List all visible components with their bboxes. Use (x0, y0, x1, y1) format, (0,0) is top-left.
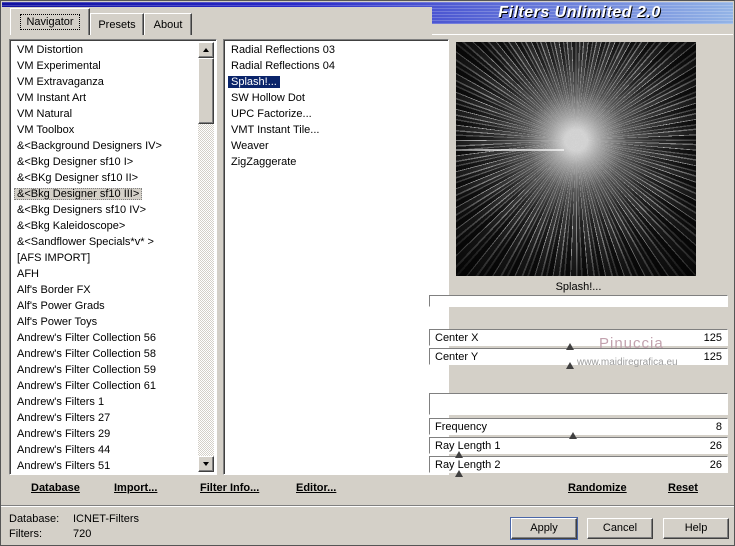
navigator-list: VM Distortion VM Experimental VM Extravaga… (9, 39, 217, 475)
filter-list: Radial Reflections 03 Radial Reflections … (223, 39, 449, 475)
editor-button[interactable]: Editor... (296, 482, 336, 494)
navigator-list-item[interactable]: Andrew's Filters 29 (12, 426, 197, 442)
tab-navigator-label: Navigator (20, 14, 80, 30)
navigator-list-item[interactable]: [AFS IMPORT] (12, 250, 197, 266)
reset-button[interactable]: Reset (668, 482, 698, 494)
tab-about[interactable]: About (144, 13, 192, 35)
param-slider-bar[interactable]: Frequency 8 (429, 418, 728, 435)
param-value: 26 (709, 458, 722, 471)
navigator-list-item[interactable]: Andrew's Filters 27 (12, 410, 197, 426)
param-row: Center X 125 (429, 329, 728, 350)
navigator-list-item[interactable]: &<BKg Designer sf10 II> (12, 170, 197, 186)
database-button[interactable]: Database (31, 482, 80, 494)
tab-about-label: About (153, 18, 183, 31)
preview-caption: Splash!... (555, 281, 602, 293)
empty-param-panel (429, 393, 728, 415)
filter-list-item[interactable]: UPC Factorize... (226, 106, 446, 122)
import-button[interactable]: Import... (114, 482, 157, 494)
cancel-button[interactable]: Cancel (587, 518, 653, 539)
filters-count-value: 720 (73, 528, 92, 540)
tab-presets-label: Presets (98, 18, 136, 31)
filter-list-item[interactable]: Radial Reflections 03 (226, 42, 446, 58)
scrollbar-thumb[interactable] (198, 58, 214, 124)
scroll-down-button[interactable] (198, 456, 214, 472)
navigator-list-item[interactable]: Alf's Border FX (12, 282, 197, 298)
arrow-down-icon (203, 462, 209, 466)
filters-unlimited-window: Filters Unlimited 2.0 Navigator Presets … (0, 0, 735, 546)
arrow-up-icon (203, 48, 209, 52)
navigator-list-item[interactable]: Andrew's Filters 1 (12, 394, 197, 410)
param-group-bottom: Frequency 8 Ray Length 1 26 Ray Length 2 26 (429, 418, 728, 477)
database-status-value: ICNET-Filters (73, 513, 139, 525)
scroll-up-button[interactable] (198, 42, 214, 58)
navigator-list-item[interactable]: Andrew's Filter Collection 59 (12, 362, 197, 378)
apply-button[interactable]: Apply (510, 517, 578, 540)
param-label: Frequency (435, 420, 487, 433)
navigator-list-item[interactable]: Andrew's Filter Collection 58 (12, 346, 197, 362)
navigator-list-item[interactable]: &<Background Designers IV> (12, 138, 197, 154)
slider-thumb-icon[interactable] (454, 470, 463, 477)
navigator-list-item[interactable]: Alf's Power Grads (12, 298, 197, 314)
database-status-label: Database: (9, 513, 60, 525)
navigator-list-item[interactable]: &<Bkg Designers sf10 IV> (12, 202, 197, 218)
filter-list-items: Radial Reflections 03 Radial Reflections … (226, 42, 446, 472)
navigator-list-item[interactable]: AFH (12, 266, 197, 282)
navigator-list-item[interactable]: VM Instant Art (12, 90, 197, 106)
navigator-list-item[interactable]: VM Extravaganza (12, 74, 197, 90)
filter-list-item[interactable]: VMT Instant Tile... (226, 122, 446, 138)
navigator-list-item[interactable]: &<Bkg Designer sf10 I> (12, 154, 197, 170)
param-row: Frequency 8 (429, 418, 728, 439)
navigator-list-item[interactable]: VM Distortion (12, 42, 197, 58)
slider-thumb-icon[interactable] (565, 343, 574, 350)
watermark-url: www.maidiregrafica.eu (577, 357, 678, 368)
help-button[interactable]: Help (663, 518, 729, 539)
param-value: 26 (709, 439, 722, 452)
navigator-scrollbar[interactable] (198, 42, 214, 472)
filters-count-label: Filters: (9, 528, 42, 540)
param-row: Ray Length 1 26 (429, 437, 728, 458)
filter-list-item[interactable]: Radial Reflections 04 (226, 58, 446, 74)
param-label: Center Y (435, 350, 479, 363)
randomize-button[interactable]: Randomize (568, 482, 627, 494)
param-value: 8 (715, 420, 722, 433)
slider-thumb-icon[interactable] (565, 362, 574, 369)
param-label: Ray Length 1 (435, 439, 501, 452)
progress-bar (429, 295, 728, 307)
navigator-list-items: VM Distortion VM Experimental VM Extravaga… (12, 42, 197, 472)
filter-list-item[interactable]: ZigZaggerate (226, 154, 446, 170)
param-row: Ray Length 2 26 (429, 456, 728, 477)
navigator-list-item[interactable]: Andrew's Filters 51 (12, 458, 197, 472)
param-value: 125 (703, 331, 722, 344)
navigator-list-item[interactable]: Andrew's Filter Collection 56 (12, 330, 197, 346)
param-slider-bar[interactable]: Center X 125 (429, 329, 728, 346)
navigator-list-item[interactable]: VM Experimental (12, 58, 197, 74)
navigator-list-item[interactable]: VM Natural (12, 106, 197, 122)
param-value: 125 (703, 350, 722, 363)
navigator-list-item[interactable]: Alf's Power Toys (12, 314, 197, 330)
filter-list-item[interactable]: SW Hollow Dot (226, 90, 446, 106)
navigator-list-item[interactable]: &<Bkg Kaleidoscope> (12, 218, 197, 234)
slider-thumb-icon[interactable] (568, 432, 577, 439)
watermark-name: Pinuccia (599, 335, 664, 352)
navigator-list-item[interactable]: &<Bkg Designer sf10 III> (12, 186, 197, 202)
tab-strip: Navigator Presets About (2, 7, 432, 35)
param-label: Ray Length 2 (435, 458, 501, 471)
param-slider-bar[interactable]: Ray Length 2 26 (429, 456, 728, 473)
navigator-list-item[interactable]: &<Sandflower Specials*v* > (12, 234, 197, 250)
param-label: Center X (435, 331, 479, 344)
bottom-divider (1, 505, 734, 507)
slider-thumb-icon[interactable] (454, 451, 463, 458)
filter-list-item[interactable]: Weaver (226, 138, 446, 154)
tab-navigator[interactable]: Navigator (10, 8, 90, 35)
navigator-list-item[interactable]: Andrew's Filters 44 (12, 442, 197, 458)
tab-presets[interactable]: Presets (90, 13, 144, 35)
param-slider-bar[interactable]: Ray Length 1 26 (429, 437, 728, 454)
window-title: Filters Unlimited 2.0 (498, 4, 661, 21)
filter-info-button[interactable]: Filter Info... (200, 482, 259, 494)
navigator-list-item[interactable]: VM Toolbox (12, 122, 197, 138)
filter-list-item[interactable]: Splash!... (226, 74, 446, 90)
navigator-list-item[interactable]: Andrew's Filter Collection 61 (12, 378, 197, 394)
preview-image[interactable] (456, 42, 696, 276)
